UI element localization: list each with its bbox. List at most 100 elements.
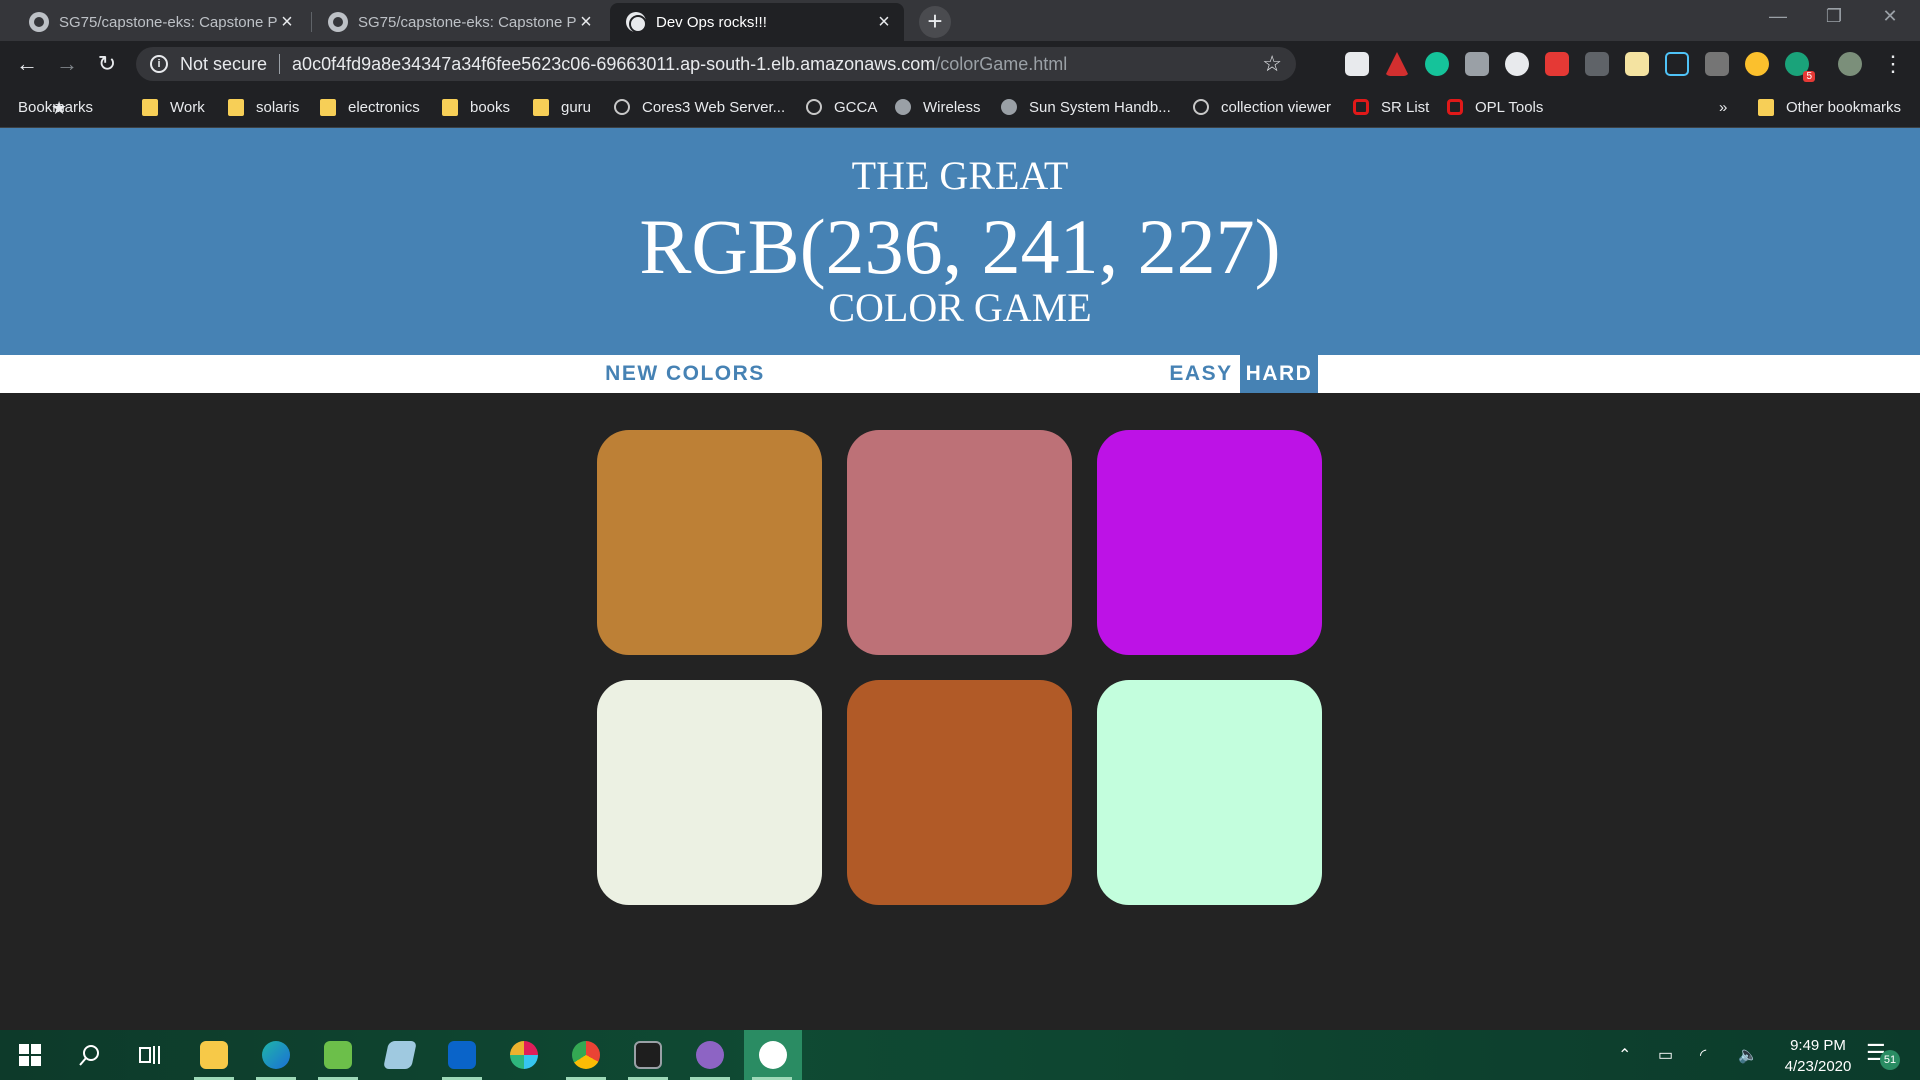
bookmark-folder[interactable]: guru xyxy=(533,96,591,118)
close-tab-icon[interactable]: × xyxy=(874,11,894,34)
browser-tab-active[interactable]: Dev Ops rocks!!! × xyxy=(610,3,904,41)
start-windows-icon[interactable] xyxy=(2,1030,58,1080)
globe-icon xyxy=(806,99,822,115)
restore-icon[interactable]: ❐ xyxy=(1814,6,1854,27)
bookmark-folder[interactable]: books xyxy=(442,96,510,118)
badge-extension-icon[interactable]: 5 xyxy=(1785,52,1815,82)
battery-icon[interactable]: ▭ xyxy=(1658,1030,1673,1080)
hard-mode-button[interactable]: Hard xyxy=(1240,355,1318,393)
notes-extension-icon[interactable] xyxy=(1625,52,1649,76)
pocket-extension-icon[interactable] xyxy=(1345,52,1369,76)
color-square[interactable] xyxy=(847,430,1072,655)
new-tab-button[interactable]: + xyxy=(919,6,951,38)
bookmark-label: Other bookmarks xyxy=(1786,98,1902,116)
bookmark-item[interactable]: Wireless xyxy=(895,96,981,118)
file-explorer-icon[interactable] xyxy=(186,1030,242,1080)
bookmark-label: SR List xyxy=(1381,98,1430,116)
bookmark-label: guru xyxy=(561,98,592,116)
bookmark-item[interactable]: OPL Tools xyxy=(1447,96,1543,118)
bookmark-folder[interactable]: solaris xyxy=(228,96,299,118)
color-square[interactable] xyxy=(597,430,822,655)
easy-mode-button[interactable]: Easy xyxy=(1162,355,1240,393)
reload-icon[interactable]: ↻ xyxy=(92,49,122,79)
bookmark-star-icon[interactable]: ☆ xyxy=(1262,51,1282,77)
tab-title: SG75/capstone-eks: Capstone Pr xyxy=(59,13,277,31)
wifi-icon[interactable]: ◜ xyxy=(1700,1030,1706,1080)
wireless-icon xyxy=(895,99,911,115)
bookmark-label: Work xyxy=(170,98,205,116)
globe-icon xyxy=(614,99,630,115)
warning-extension-icon[interactable] xyxy=(1385,52,1409,76)
bookmark-label: solaris xyxy=(256,98,300,116)
notification-count-badge: 51 xyxy=(1880,1050,1900,1070)
back-icon[interactable]: ← xyxy=(12,49,42,79)
search-extension-icon[interactable] xyxy=(1745,52,1769,76)
info-icon[interactable]: i xyxy=(150,55,168,73)
bookmark-label: electronics xyxy=(348,98,420,116)
security-status[interactable]: Not secure xyxy=(180,54,267,75)
oracle-icon xyxy=(1353,99,1369,115)
notepad-icon[interactable] xyxy=(372,1030,428,1080)
grid-extension-icon[interactable] xyxy=(1585,52,1609,76)
g-extension-icon[interactable] xyxy=(1465,52,1489,76)
browser-tab[interactable]: SG75/capstone-eks: Capstone Pr × xyxy=(13,3,307,41)
s-extension-icon[interactable] xyxy=(1705,52,1729,76)
task-view-icon[interactable] xyxy=(122,1030,178,1080)
bookmark-label: OPL Tools xyxy=(1475,98,1544,116)
bookmark-item[interactable]: Cores3 Web Server... xyxy=(614,96,785,118)
bookmark-label: Cores3 Web Server... xyxy=(642,98,786,116)
folder-icon xyxy=(228,98,244,116)
search-icon[interactable] xyxy=(62,1030,118,1080)
edge-icon[interactable] xyxy=(248,1030,304,1080)
close-tab-icon[interactable]: × xyxy=(576,11,596,34)
color-square[interactable] xyxy=(1097,680,1322,905)
globe-icon xyxy=(1193,99,1209,115)
volume-icon[interactable]: 🔈 xyxy=(1738,1030,1758,1080)
color-square[interactable] xyxy=(597,680,822,905)
bookmark-folder[interactable]: Work xyxy=(142,96,205,118)
notification-center-icon[interactable]: ☰ 51 xyxy=(1866,1040,1900,1070)
bookmark-item[interactable]: ★ Bookmarks xyxy=(18,96,93,118)
avatar[interactable] xyxy=(1838,52,1862,76)
github-icon xyxy=(328,12,348,32)
bookmark-label: Sun System Handb... xyxy=(1029,98,1171,116)
bookmark-label: collection viewer xyxy=(1221,98,1332,116)
bookmark-folder[interactable]: electronics xyxy=(320,96,420,118)
grammarly-extension-icon[interactable] xyxy=(1425,52,1449,76)
todoist-extension-icon[interactable] xyxy=(1545,52,1569,76)
divider xyxy=(279,54,281,74)
address-bar[interactable]: i Not secure a0c0f4fd9a8e34347a34f6fee56… xyxy=(136,47,1296,81)
slack-icon[interactable] xyxy=(496,1030,552,1080)
paint-icon[interactable] xyxy=(310,1030,366,1080)
record-extension-icon[interactable] xyxy=(1505,52,1529,76)
minimize-icon[interactable]: — xyxy=(1758,6,1798,27)
url-host: a0c0f4fd9a8e34347a34f6fee5623c06-6966301… xyxy=(292,53,936,74)
github-desktop-icon[interactable] xyxy=(682,1030,738,1080)
chrome-icon[interactable] xyxy=(558,1030,614,1080)
bookmark-item[interactable]: GCCA xyxy=(806,96,877,118)
tray-overflow-chevron-icon[interactable]: ⌃ xyxy=(1618,1030,1631,1080)
close-tab-icon[interactable]: × xyxy=(277,11,297,34)
terminal-icon[interactable] xyxy=(620,1030,676,1080)
bookmark-item[interactable]: collection viewer xyxy=(1193,96,1331,118)
color-square[interactable] xyxy=(1097,430,1322,655)
folder-icon xyxy=(320,98,336,116)
new-colors-button[interactable]: New Colors xyxy=(600,355,770,393)
close-window-icon[interactable]: ✕ xyxy=(1870,6,1910,27)
folder-icon xyxy=(533,98,549,116)
bookmarks-bar: ★ Bookmarks Work solaris electronics book… xyxy=(0,87,1920,128)
clock[interactable]: 9:49 PM 4/23/2020 xyxy=(1770,1035,1866,1077)
color-square[interactable] xyxy=(847,680,1072,905)
photos-app-icon[interactable] xyxy=(744,1030,802,1080)
outlook-icon[interactable] xyxy=(434,1030,490,1080)
m-extension-icon[interactable] xyxy=(1665,52,1689,76)
star-icon: ★ xyxy=(51,98,68,118)
bookmarks-overflow-chevron-icon[interactable]: » xyxy=(1719,96,1727,118)
forward-icon[interactable]: → xyxy=(52,49,82,79)
url-path: /colorGame.html xyxy=(935,53,1068,74)
bookmark-item[interactable]: SR List xyxy=(1353,96,1429,118)
menu-icon[interactable]: ⋮ xyxy=(1878,49,1908,79)
bookmark-item[interactable]: Sun System Handb... xyxy=(1001,96,1171,118)
other-bookmarks-folder[interactable]: Other bookmarks xyxy=(1758,96,1901,118)
browser-tab[interactable]: SG75/capstone-eks: Capstone Pr × xyxy=(312,3,606,41)
